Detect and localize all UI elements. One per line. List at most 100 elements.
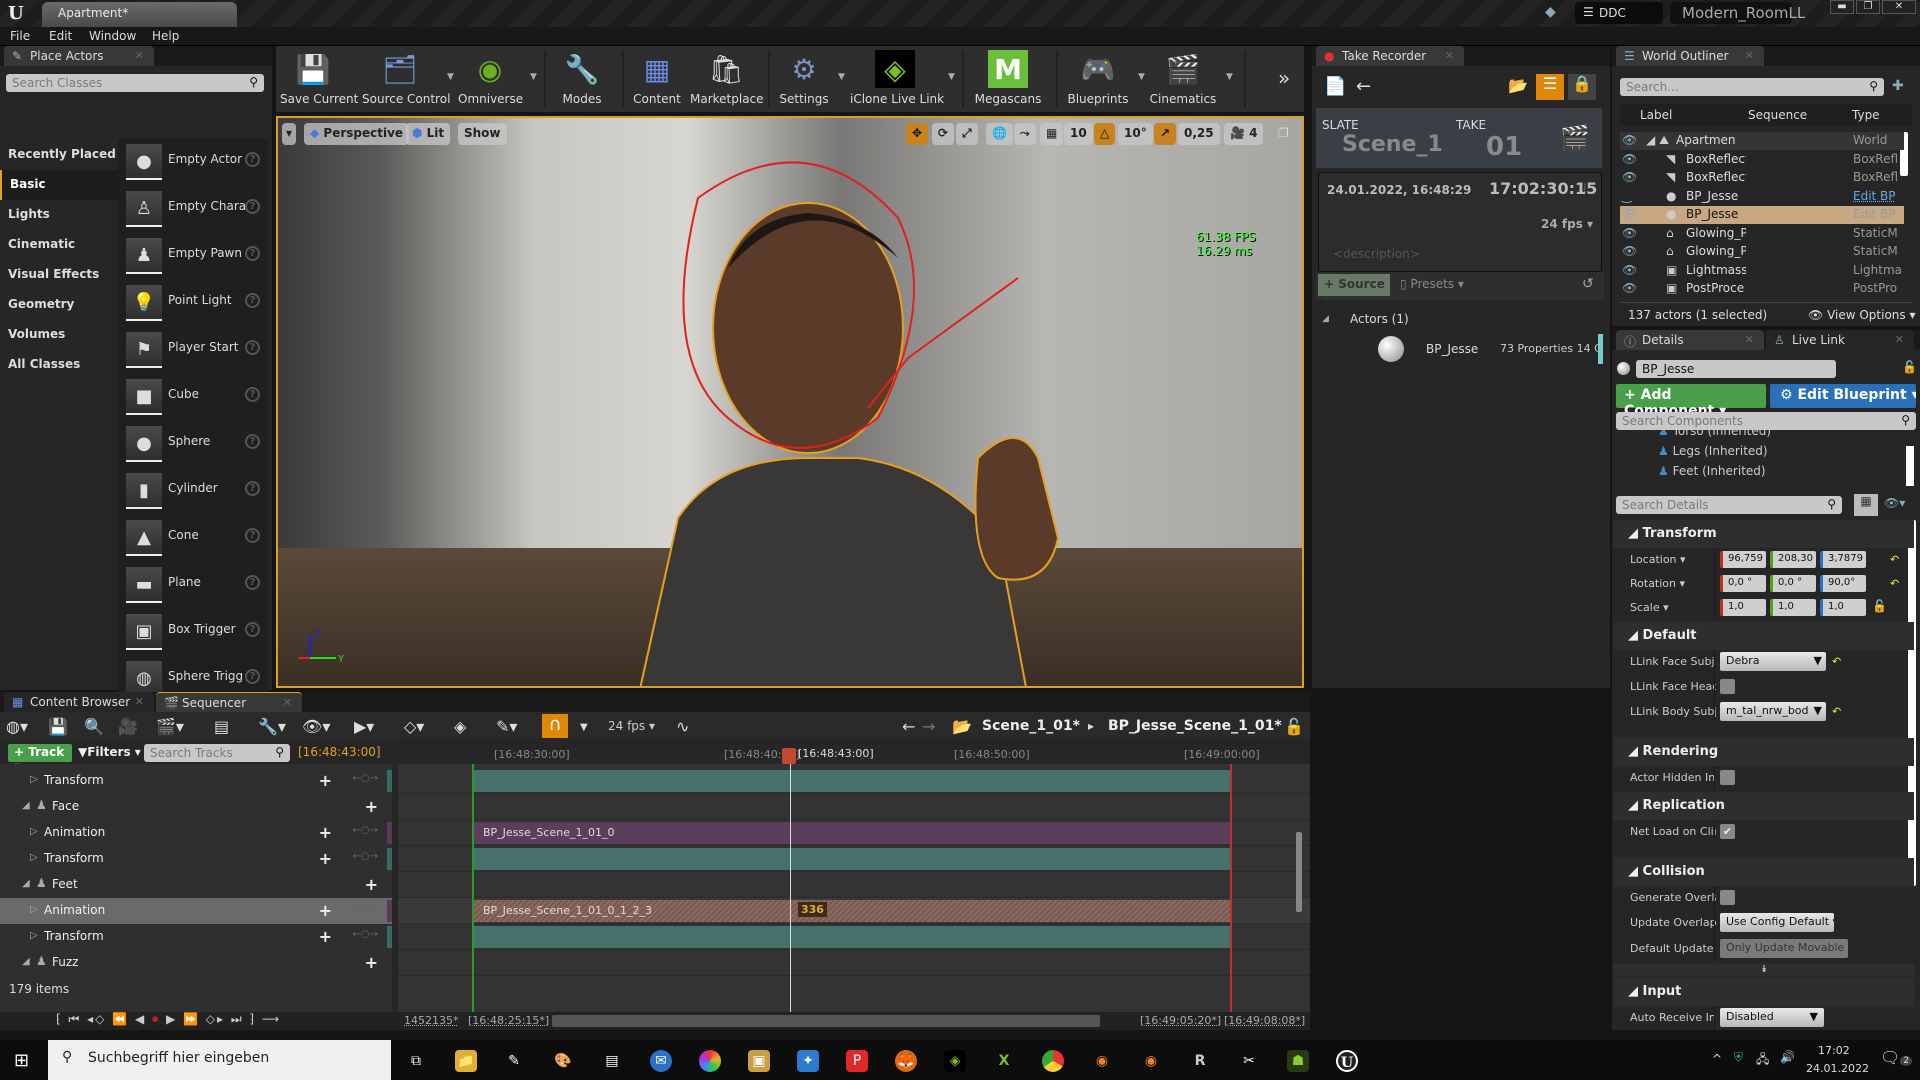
outliner-row[interactable]: ‿ ● BP_Jesse Edit BP xyxy=(1620,188,1904,206)
maximize-button[interactable]: ❐ xyxy=(1856,0,1880,14)
forward-arrow-icon[interactable]: → xyxy=(922,717,935,736)
add-key-icon[interactable]: + xyxy=(319,901,332,920)
transform-section[interactable] xyxy=(473,848,1230,870)
save-current-button[interactable]: 💾 Save Current xyxy=(280,50,358,110)
visibility-eye-icon[interactable]: 👁 xyxy=(1622,226,1637,240)
chevron-down-icon[interactable]: ▼ xyxy=(580,722,588,733)
category-all-classes[interactable]: All Classes xyxy=(0,350,118,380)
outliner-row[interactable]: 👁 ● BP_Jesse Edit BP xyxy=(1620,206,1904,224)
view-start-time[interactable]: [16:48:25:15*] xyxy=(468,1014,549,1027)
open-folder-icon[interactable]: 📂 xyxy=(1508,76,1528,95)
actor-item[interactable]: ▲ Cone? xyxy=(118,518,268,556)
actor-item[interactable]: ♙ Empty Chara? xyxy=(118,189,268,227)
lock-icon[interactable]: 🔓 xyxy=(1284,717,1304,736)
outliner-search-input[interactable]: Search... ⚲ xyxy=(1620,78,1884,96)
add-key-icon[interactable]: + xyxy=(365,953,378,972)
face-head-checkbox[interactable] xyxy=(1720,679,1735,694)
outliner-row-type[interactable]: Edit BP xyxy=(1853,207,1903,221)
chevron-down-icon[interactable]: ▼ xyxy=(838,72,845,82)
play-reverse-button[interactable]: ◀ xyxy=(135,1012,146,1026)
lock-icon[interactable]: 🔒 xyxy=(1568,74,1596,100)
fps-dropdown[interactable]: 24 fps ▾ xyxy=(1541,217,1593,231)
add-key-icon[interactable]: + xyxy=(319,849,332,868)
add-key-icon[interactable]: + xyxy=(319,771,332,790)
folder-icon[interactable]: 📂 xyxy=(952,717,972,736)
previous-frame-button[interactable]: ◂◇ xyxy=(87,1012,106,1026)
record-take-icon[interactable]: 🎬 xyxy=(1560,124,1590,152)
location-y-input[interactable]: 208,30 xyxy=(1770,551,1816,568)
breadcrumb-actor-sequence[interactable]: BP_Jesse_Scene_1_01* xyxy=(1108,718,1282,734)
scale-z-input[interactable]: 1,0 xyxy=(1820,599,1866,616)
visibility-eye-icon[interactable]: 👁 xyxy=(1622,170,1637,184)
generate-overlap-checkbox[interactable] xyxy=(1720,890,1735,905)
back-arrow-icon[interactable]: ← xyxy=(1356,76,1371,97)
tray-expand-icon[interactable]: ^ xyxy=(1712,1052,1722,1066)
add-track-button[interactable]: + Track ▾ xyxy=(8,744,72,773)
track-row[interactable]: ▷ Transform + ←○→ xyxy=(0,768,392,794)
viewport-options-button[interactable]: ▾ xyxy=(282,123,297,145)
snipping-tool-icon[interactable]: ✂ xyxy=(1238,1050,1260,1072)
view-options-button[interactable]: 👁 View Options ▾ xyxy=(1808,308,1916,322)
tab-live-link[interactable]: ♙ Live Link ✕ xyxy=(1766,330,1914,350)
actor-item[interactable]: ● Sphere? xyxy=(118,424,268,462)
search-classes-input[interactable]: Search Classes ⚲ xyxy=(6,74,264,92)
actor-item[interactable]: ▬ Plane? xyxy=(118,565,268,603)
playback-end-marker[interactable] xyxy=(1230,764,1232,1012)
collapse-arrow-icon[interactable]: ◢ xyxy=(22,956,30,967)
clock-time[interactable]: 17:02 xyxy=(1818,1044,1850,1057)
surface-snap-toggle[interactable]: ⤳ xyxy=(1014,123,1036,145)
tab-details[interactable]: ⓘ Details ✕ xyxy=(1616,330,1764,350)
scale-x-input[interactable]: 1,0 xyxy=(1720,599,1766,616)
collapse-arrow-icon[interactable]: ◢ xyxy=(22,800,30,811)
reset-to-default-icon[interactable]: ↶ xyxy=(1832,705,1841,718)
menu-window[interactable]: Window xyxy=(89,29,136,43)
outliner-row[interactable]: 👁 ⌂ Glowing_P StaticM xyxy=(1620,225,1904,243)
content-button[interactable]: ▦ Content xyxy=(630,50,684,110)
add-key-icon[interactable]: + xyxy=(365,875,378,894)
perspective-button[interactable]: ◆ Perspective xyxy=(304,123,410,145)
outliner-row[interactable]: 👁 ⌂ Glowing_P StaticM xyxy=(1620,243,1904,261)
actor-item[interactable]: ♟ Empty Pawn? xyxy=(118,236,268,274)
keyframe-nav-icon[interactable]: ←○→ xyxy=(353,773,378,784)
create-folder-icon[interactable]: ✚ xyxy=(1892,78,1904,94)
take-value[interactable]: 01 xyxy=(1486,132,1522,162)
expand-arrow-icon[interactable]: ▷ xyxy=(30,930,38,941)
outliner-row[interactable]: 👁 ▣ PostProce PostPro xyxy=(1620,280,1904,298)
help-icon[interactable]: ? xyxy=(245,152,260,167)
jump-to-start-button[interactable]: ⁅ xyxy=(56,1012,63,1026)
camera-icon[interactable]: 🎥 xyxy=(118,717,138,736)
face-subject-select[interactable]: Debra ▼ xyxy=(1720,652,1826,671)
close-tab-icon[interactable]: ✕ xyxy=(135,695,144,708)
help-icon[interactable]: ? xyxy=(245,528,260,543)
reset-to-default-icon[interactable]: ↶ xyxy=(1890,553,1899,566)
animation-section[interactable]: BP_Jesse_Scene_1_01_0 xyxy=(473,822,1230,844)
track-row[interactable]: ◢ ♟ Fuzz + xyxy=(0,950,392,976)
track-row[interactable]: ◢ ♟ Face + xyxy=(0,794,392,820)
marketplace-button[interactable]: 🛍 Marketplace xyxy=(690,50,764,110)
visibility-eye-icon[interactable]: 👁 xyxy=(1622,244,1637,258)
add-key-icon[interactable]: + xyxy=(319,927,332,946)
view-start-frame[interactable]: 1452135* xyxy=(404,1014,459,1027)
scale-y-input[interactable]: 1,0 xyxy=(1770,599,1816,616)
record-button[interactable]: ⏺ xyxy=(152,1012,160,1026)
blueprints-button[interactable]: 🎮 Blueprints xyxy=(1064,50,1132,110)
component-item[interactable]: ♟ Legs (Inherited) xyxy=(1658,444,1768,458)
keyframe-nav-icon[interactable]: ←○→ xyxy=(353,903,378,914)
curve-editor-icon[interactable]: ∿ xyxy=(676,717,689,736)
chevron-down-icon[interactable]: ▼ xyxy=(1138,72,1145,82)
component-item[interactable]: ♟ Torso (Inherited) xyxy=(1658,430,1771,438)
play-button[interactable]: ▶ xyxy=(166,1012,177,1026)
omniverse-button[interactable]: ◉ Omniverse xyxy=(458,50,523,110)
presets-button[interactable]: ▯ Presets ▾ xyxy=(1400,277,1464,291)
tab-take-recorder[interactable]: ● Take Recorder ✕ xyxy=(1316,46,1464,66)
help-icon[interactable]: ? xyxy=(245,434,260,449)
location-x-input[interactable]: 96,759 xyxy=(1720,551,1766,568)
outliner-row[interactable]: 👁 ◥ BoxReflect BoxRefl xyxy=(1620,151,1904,169)
scale-tool[interactable]: ⤢ xyxy=(956,123,978,145)
close-tab-icon[interactable]: ✕ xyxy=(1445,49,1454,62)
iclone-icon[interactable]: ◈ xyxy=(944,1050,966,1072)
actor-item[interactable]: ⚑ Player Start? xyxy=(118,330,268,368)
playback-start-marker[interactable] xyxy=(472,764,474,1012)
eye-icon[interactable]: 👁▾ xyxy=(302,717,330,736)
key-search-icon[interactable]: ◈ xyxy=(454,717,466,736)
